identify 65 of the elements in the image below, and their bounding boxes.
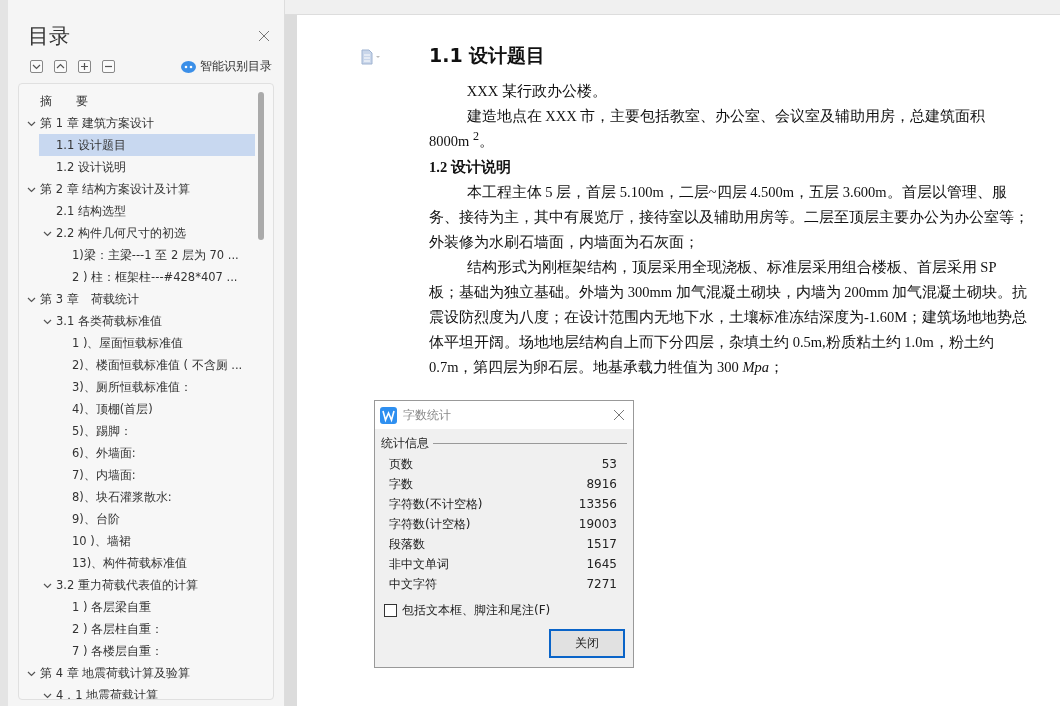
stat-label: 非中文单词 [389,555,449,573]
toc-item[interactable]: 2.2 构件几何尺寸的初选 [39,222,255,244]
dialog-title: 字数统计 [403,406,451,424]
checkbox-label: 包括文本框、脚注和尾注(F) [402,602,551,619]
plus-icon [80,62,89,71]
body-paragraph: 结构形式为刚框架结构，顶层采用全现浇板、标准层采用组合楼板、首层采用 SP 板；基础为独立基础。外墙为 300mm 加气混凝土砌块，内墙为 200mm 加气混凝土砌块。抗震设防烈度为八度；在设计范围内无地下水，土壤标准冻结深度为-1.60M；建筑场地地势总体平坦开阔。场地地层结构自上而下分四层，杂填土约 0.5m,粉质粘土约 1.0m，粉土约 0.7m，第四层为卵石层。地基承载力牲值为 300 Mpa； [429,258,1029,377]
add-button[interactable] [78,60,91,73]
minus-icon [104,65,113,68]
stat-label: 中文字符 [389,575,437,593]
stat-label: 段落数 [389,535,425,553]
app-logo-icon [380,406,397,424]
toc-item[interactable]: 1 )、屋面恒载标准值 [55,332,255,354]
robot-icon [181,60,196,73]
toc-item[interactable]: 1.2 设计说明 [39,156,255,178]
toc-item[interactable]: 7)、内墙面: [55,464,255,486]
stat-value: 8916 [586,477,617,491]
section-label: 统计信息 [381,435,429,452]
toc-item[interactable]: 13)、构件荷载标准值 [55,552,255,574]
toc-item[interactable]: 5)、踢脚： [55,420,255,442]
stat-label: 字符数(计空格) [389,515,471,533]
stat-value: 1645 [586,557,617,571]
stat-label: 字符数(不计空格) [389,495,483,513]
stat-value: 7271 [586,577,617,591]
stat-label: 页数 [389,455,413,473]
toc-item[interactable]: 第 4 章 地震荷载计算及验算 [23,662,255,684]
collapse-button[interactable] [54,60,67,73]
stat-value: 53 [601,457,617,471]
checkbox[interactable] [384,604,397,617]
toc-item[interactable]: 3.1 各类荷载标准值 [39,310,255,332]
document-heading: 1.1 设计题目 [429,43,547,68]
toc-item[interactable]: 第 1 章 建筑方案设计 [23,112,255,134]
close-icon[interactable] [613,409,625,421]
toc-item[interactable]: 3)、厕所恒载标准值： [55,376,255,398]
stat-value: 1517 [586,537,617,551]
remove-button[interactable] [102,60,115,73]
toc-item[interactable]: 1 ) 各层梁自重 [55,596,255,618]
panel-title: 目录 [28,23,70,50]
stat-label: 字数 [389,475,413,493]
toc-item[interactable]: 第 2 章 结构方案设计及计算 [23,178,255,200]
toc-item[interactable]: 7 ) 各楼层自重： [55,640,255,662]
toc-item[interactable]: 第 3 章 荷载统计 [23,288,255,310]
toc-item[interactable]: 1)梁：主梁---1 至 2 层为 70 ... [55,244,255,266]
section-heading: 1.2 设计说明 [429,158,512,177]
toc-item[interactable]: 10 )、墙裙 [55,530,255,552]
stat-value: 13356 [578,497,617,511]
toc-item[interactable]: 4)、顶棚(首层) [55,398,255,420]
toc-item[interactable]: 1.1 设计题目 [39,134,255,156]
toc-item[interactable]: 6)、外墙面: [55,442,255,464]
toc-item[interactable]: 8)、块石灌浆散水: [55,486,255,508]
toc-item[interactable]: 2 ) 各层柱自重： [55,618,255,640]
close-button[interactable]: 关闭 [549,629,625,658]
toc-item[interactable]: 9)、台阶 [55,508,255,530]
body-paragraph: 本工程主体 5 层，首层 5.100m，二层~四层 4.500m，五层 3.600m。首层以管理、服务、接待为主，其中有展览厅，接待室以及辅助用房等。二层至顶层主要办公为办公室等；外装修为水刷石墙面，内墙面为石灰面； [429,183,1029,252]
toc-item[interactable]: 2 ) 柱：框架柱---#428*407 ... [55,266,255,288]
expand-button[interactable] [30,60,43,73]
toc-item[interactable]: 2.1 结构选型 [39,200,255,222]
toc-item[interactable]: 2)、楼面恒载标准值 ( 不含厕 ... [55,354,255,376]
include-checkbox[interactable]: 包括文本框、脚注和尾注(F) [375,594,633,619]
toc-item[interactable]: 摘 要 [23,90,255,112]
body-paragraph: XXX 某行政办公楼。 [465,82,608,101]
toc-item[interactable]: 3.2 重力荷载代表值的计算 [39,574,255,596]
smart-toc-button[interactable]: 智能识别目录 [181,58,272,75]
stat-value: 19003 [578,517,617,531]
body-paragraph: 建造地点在 XXX 市，主要包括教室、办公室、会议室及辅助用房，总建筑面积 8000m $^{2}$。 [429,107,987,151]
close-icon[interactable] [258,30,270,42]
